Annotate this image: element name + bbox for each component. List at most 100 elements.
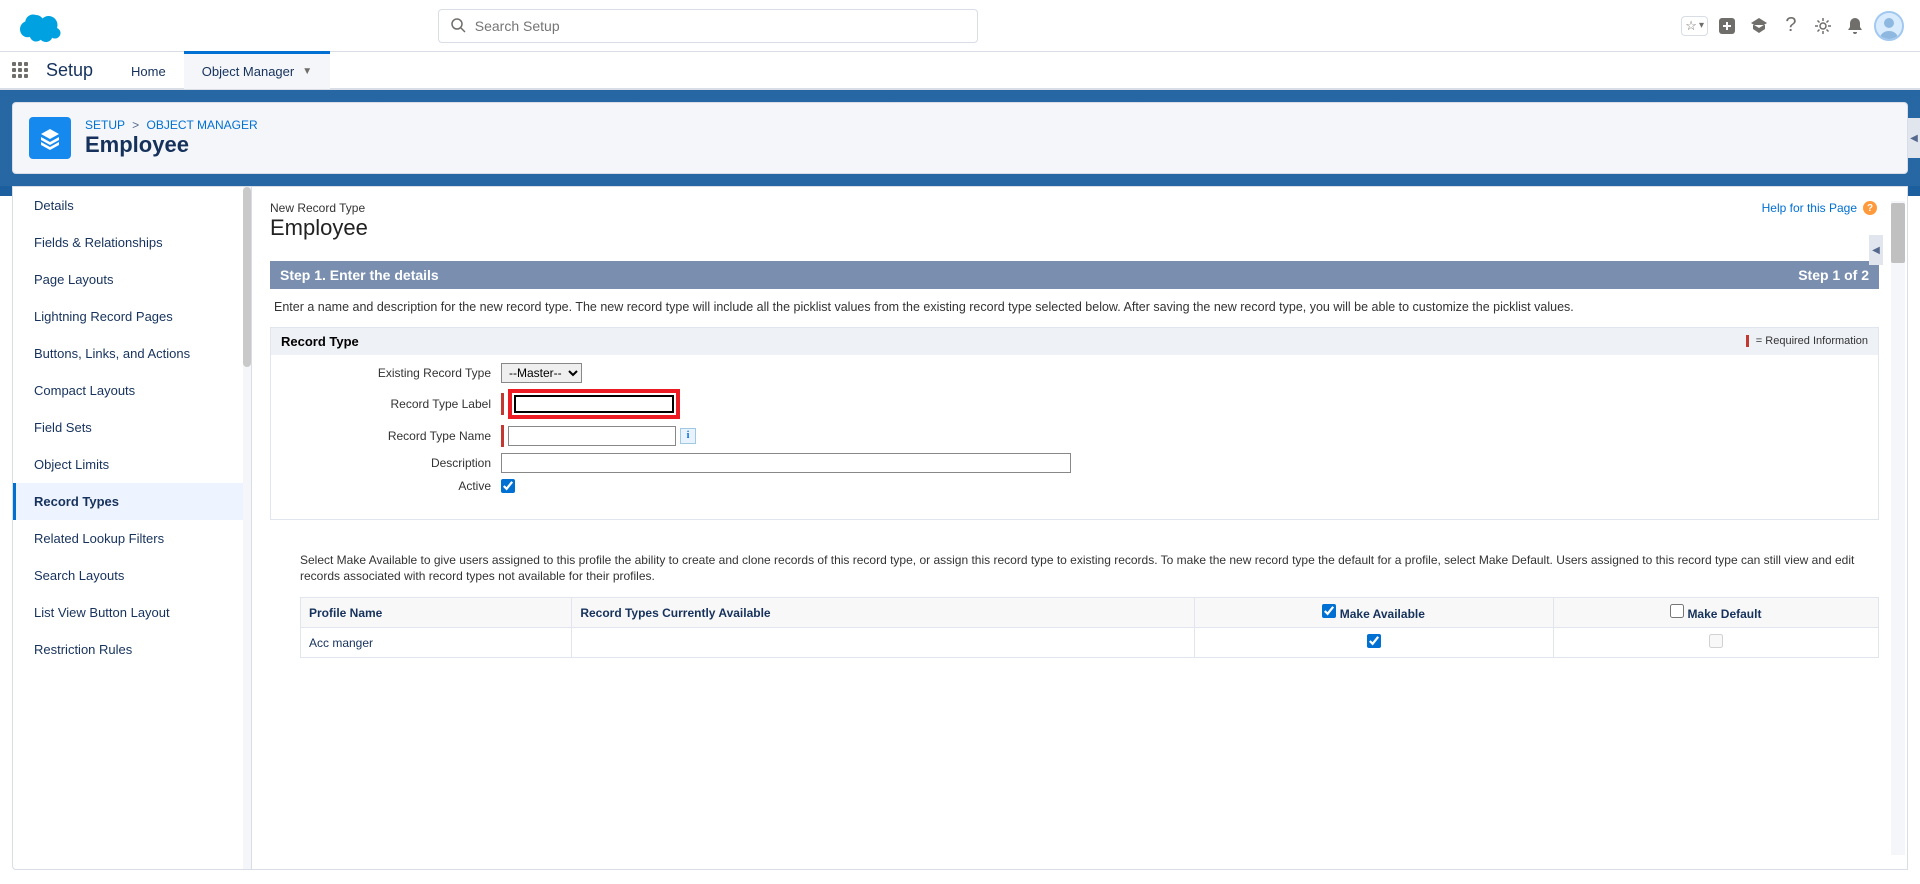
sidebar-item-details[interactable]: Details [13, 187, 251, 224]
sidebar-item-label: Fields & Relationships [34, 235, 163, 250]
description-input[interactable] [501, 453, 1071, 473]
star-icon: ☆ [1685, 18, 1697, 34]
sidebar-item-label: Restriction Rules [34, 642, 132, 657]
required-indicator [501, 393, 504, 415]
sidebar-item-object-limits[interactable]: Object Limits [13, 446, 251, 483]
collapse-panel-icon[interactable]: ◀ [1869, 235, 1883, 265]
row-record-type-label: Record Type Label [281, 389, 1868, 419]
record-title: Employee [270, 215, 1903, 241]
sidebar-item-label: Related Lookup Filters [34, 531, 164, 546]
cell-make-default [1553, 628, 1878, 658]
page-title: Employee [85, 132, 258, 158]
sidebar-item-record-types[interactable]: Record Types [13, 483, 251, 520]
object-icon [29, 117, 71, 159]
existing-rt-label: Existing Record Type [281, 366, 501, 380]
active-checkbox[interactable] [501, 479, 515, 493]
sidebar-item-label: List View Button Layout [34, 605, 170, 620]
cell-profile-name: Acc manger [301, 628, 572, 658]
page-header-text: SETUP > OBJECT MANAGER Employee [85, 118, 258, 158]
sidebar-item-label: Field Sets [34, 420, 92, 435]
sidebar-item-lookup-filters[interactable]: Related Lookup Filters [13, 520, 251, 557]
sidebar-item-page-layouts[interactable]: Page Layouts [13, 261, 251, 298]
th-make-available: Make Available [1194, 598, 1553, 628]
sidebar-item-label: Search Layouts [34, 568, 124, 583]
sidebar: Details Fields & Relationships Page Layo… [12, 186, 252, 870]
th-make-available-label: Make Available [1340, 607, 1425, 621]
add-icon[interactable] [1714, 13, 1740, 39]
app-name: Setup [40, 60, 113, 81]
th-make-default: Make Default [1553, 598, 1878, 628]
tab-object-manager[interactable]: Object Manager ▼ [184, 51, 330, 89]
cell-make-available [1194, 628, 1553, 658]
table-row: Acc manger [301, 628, 1879, 658]
help-icon[interactable]: ? [1778, 13, 1804, 39]
active-label: Active [281, 479, 501, 493]
breadcrumb: SETUP > OBJECT MANAGER [85, 118, 258, 132]
sidebar-item-label: Lightning Record Pages [34, 309, 173, 324]
record-type-name-input[interactable] [508, 426, 676, 446]
main-scrollbar[interactable] [1891, 201, 1905, 855]
row-make-available-checkbox[interactable] [1367, 634, 1381, 648]
required-indicator [501, 425, 504, 447]
expand-panel-icon[interactable]: ◀ [1908, 118, 1920, 158]
sidebar-item-list-view-button[interactable]: List View Button Layout [13, 594, 251, 631]
rt-section-title: Record Type [281, 334, 359, 349]
chevron-down-icon[interactable]: ▼ [302, 66, 312, 77]
app-launcher-icon[interactable] [0, 62, 40, 78]
sidebar-item-field-sets[interactable]: Field Sets [13, 409, 251, 446]
main-panel: New Record Type Employee Help for this P… [252, 186, 1908, 870]
notifications-icon[interactable] [1842, 13, 1868, 39]
sidebar-scrollbar[interactable] [243, 187, 251, 869]
tab-om-label: Object Manager [202, 64, 295, 79]
setup-gear-icon[interactable] [1810, 13, 1836, 39]
record-type-form: Existing Record Type --Master-- Record T… [271, 355, 1878, 519]
row-existing-record-type: Existing Record Type --Master-- [281, 363, 1868, 383]
header-utility-icons: ☆ ▾ ? [1681, 11, 1912, 41]
tab-home[interactable]: Home [113, 51, 184, 89]
sidebar-item-restriction-rules[interactable]: Restriction Rules [13, 631, 251, 668]
required-info-legend: = Required Information [1746, 335, 1868, 347]
record-subtitle: New Record Type [270, 201, 1903, 215]
sidebar-item-compact-layouts[interactable]: Compact Layouts [13, 372, 251, 409]
sidebar-item-label: Object Limits [34, 457, 109, 472]
global-header: ☆ ▾ ? [0, 0, 1920, 52]
cell-available [572, 628, 1194, 658]
nav-bar: Setup Home Object Manager ▼ [0, 52, 1920, 90]
profile-table: Profile Name Record Types Currently Avai… [300, 597, 1879, 658]
search-input[interactable] [438, 9, 978, 43]
th-make-default-label: Make Default [1687, 607, 1761, 621]
row-active: Active [281, 479, 1868, 493]
sidebar-item-label: Details [34, 198, 74, 213]
step-title: Step 1. Enter the details [280, 267, 439, 283]
page-header: SETUP > OBJECT MANAGER Employee [12, 102, 1908, 174]
user-avatar[interactable] [1874, 11, 1904, 41]
th-profile-name: Profile Name [301, 598, 572, 628]
sidebar-item-search-layouts[interactable]: Search Layouts [13, 557, 251, 594]
sidebar-item-label: Compact Layouts [34, 383, 135, 398]
breadcrumb-separator: > [132, 118, 139, 132]
favorites-button[interactable]: ☆ ▾ [1681, 16, 1708, 36]
rt-name-label: Record Type Name [281, 429, 501, 443]
help-for-page-link[interactable]: Help for this Page ? [1762, 201, 1877, 215]
profile-description: Select Make Available to give users assi… [300, 552, 1879, 586]
tab-home-label: Home [131, 64, 166, 79]
sidebar-item-fields[interactable]: Fields & Relationships [13, 224, 251, 261]
existing-record-type-select[interactable]: --Master-- [501, 363, 582, 383]
content: Details Fields & Relationships Page Layo… [0, 186, 1920, 882]
salesforce-help-icon[interactable] [1746, 13, 1772, 39]
make-available-all-checkbox[interactable] [1322, 604, 1336, 618]
record-type-label-input[interactable] [514, 395, 674, 413]
sidebar-item-lightning-pages[interactable]: Lightning Record Pages [13, 298, 251, 335]
required-info-text: = Required Information [1756, 335, 1868, 347]
breadcrumb-setup[interactable]: SETUP [85, 118, 125, 132]
record-type-section: Record Type = Required Information Exist… [270, 327, 1879, 520]
info-icon[interactable]: i [680, 428, 696, 444]
breadcrumb-object-manager[interactable]: OBJECT MANAGER [147, 118, 258, 132]
step-indicator: Step 1 of 2 [1798, 267, 1869, 283]
row-description: Description [281, 453, 1868, 473]
make-default-all-checkbox[interactable] [1670, 604, 1684, 618]
row-make-default-checkbox[interactable] [1709, 634, 1723, 648]
sidebar-item-buttons[interactable]: Buttons, Links, and Actions [13, 335, 251, 372]
salesforce-logo[interactable] [14, 8, 66, 44]
table-header-row: Profile Name Record Types Currently Avai… [301, 598, 1879, 628]
